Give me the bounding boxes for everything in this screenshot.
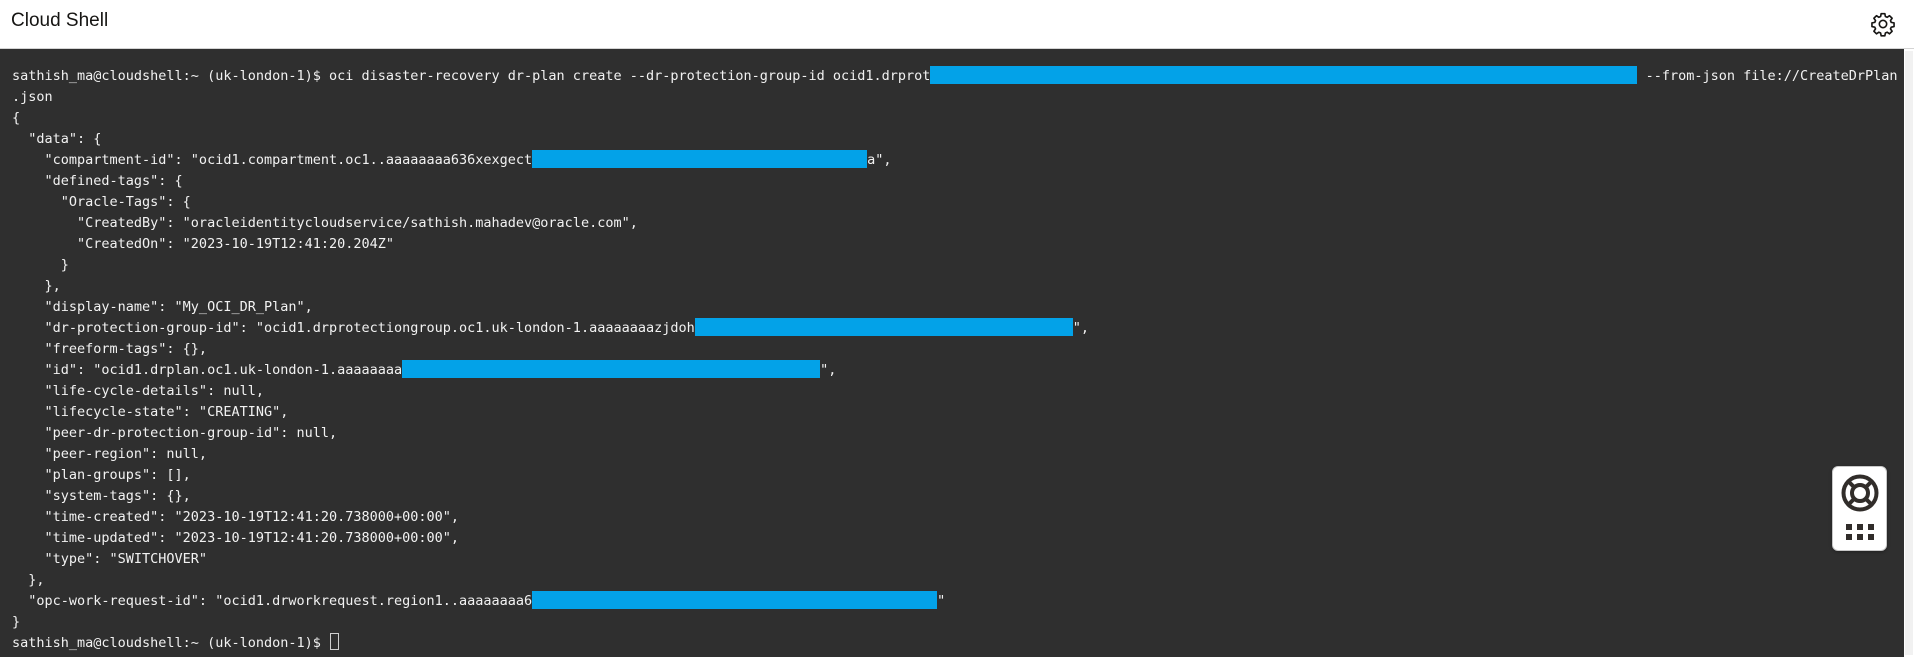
terminal-line: "defined-tags": { <box>12 173 183 189</box>
cloud-shell-window: Cloud Shell sathish_ma@cloudshell:~ (uk-… <box>0 0 1914 657</box>
terminal-line: "life-cycle-details": null, <box>12 383 264 399</box>
redaction-block <box>532 149 868 168</box>
redaction-block <box>532 590 938 609</box>
lifebuoy-icon[interactable] <box>1840 473 1880 513</box>
terminal-line: }, <box>12 572 45 588</box>
vertical-scrollbar[interactable] <box>1904 49 1914 657</box>
terminal-line: "system-tags": {}, <box>12 488 191 504</box>
terminal-line: "type": "SWITCHOVER" <box>12 551 208 567</box>
terminal-line: "id": "ocid1.drplan.oc1.uk-london-1.aaaa… <box>12 359 1898 381</box>
terminal-line: "time-updated": "2023-10-19T12:41:20.738… <box>12 530 460 546</box>
terminal-lines: sathish_ma@cloudshell:~ (uk-london-1)$ o… <box>12 65 1898 654</box>
gear-icon[interactable] <box>1870 11 1896 37</box>
terminal-line: "display-name": "My_OCI_DR_Plan", <box>12 299 313 315</box>
grid-icon[interactable] <box>1845 523 1875 541</box>
terminal-line: "CreatedOn": "2023-10-19T12:41:20.204Z" <box>12 236 395 252</box>
terminal-line: "freeform-tags": {}, <box>12 341 208 357</box>
scrollbar-thumb[interactable] <box>1905 51 1913 655</box>
terminal-output[interactable]: sathish_ma@cloudshell:~ (uk-london-1)$ o… <box>0 49 1904 657</box>
terminal-line: sathish_ma@cloudshell:~ (uk-london-1)$ o… <box>12 65 1898 87</box>
terminal-line: "data": { <box>12 131 102 147</box>
terminal-line: } <box>12 614 21 630</box>
terminal-line: "compartment-id": "ocid1.compartment.oc1… <box>12 149 1898 171</box>
terminal-line: "plan-groups": [], <box>12 467 191 483</box>
window-title: Cloud Shell <box>11 10 109 31</box>
terminal-line: "opc-work-request-id": "ocid1.drworkrequ… <box>12 590 1898 612</box>
terminal-line: .json <box>12 89 53 105</box>
terminal-line: "dr-protection-group-id": "ocid1.drprote… <box>12 317 1898 339</box>
terminal-line: "peer-dr-protection-group-id": null, <box>12 425 338 441</box>
terminal-line: "peer-region": null, <box>12 446 208 462</box>
redaction-block <box>694 317 1073 336</box>
redaction-block <box>930 65 1638 84</box>
title-bar: Cloud Shell <box>0 0 1914 49</box>
terminal-line: "time-created": "2023-10-19T12:41:20.738… <box>12 509 460 525</box>
terminal-line: }, <box>12 278 61 294</box>
terminal-line: } <box>12 257 69 273</box>
terminal-prompt-line[interactable]: sathish_ma@cloudshell:~ (uk-london-1)$ <box>12 633 1898 654</box>
terminal-line: { <box>12 110 21 126</box>
terminal-line: "Oracle-Tags": { <box>12 194 191 210</box>
help-widget <box>1832 466 1887 551</box>
redaction-block <box>402 359 821 378</box>
terminal-line: "lifecycle-state": "CREATING", <box>12 404 289 420</box>
terminal-cursor <box>329 633 339 650</box>
terminal-line: "CreatedBy": "oracleidentitycloudservice… <box>12 215 638 231</box>
